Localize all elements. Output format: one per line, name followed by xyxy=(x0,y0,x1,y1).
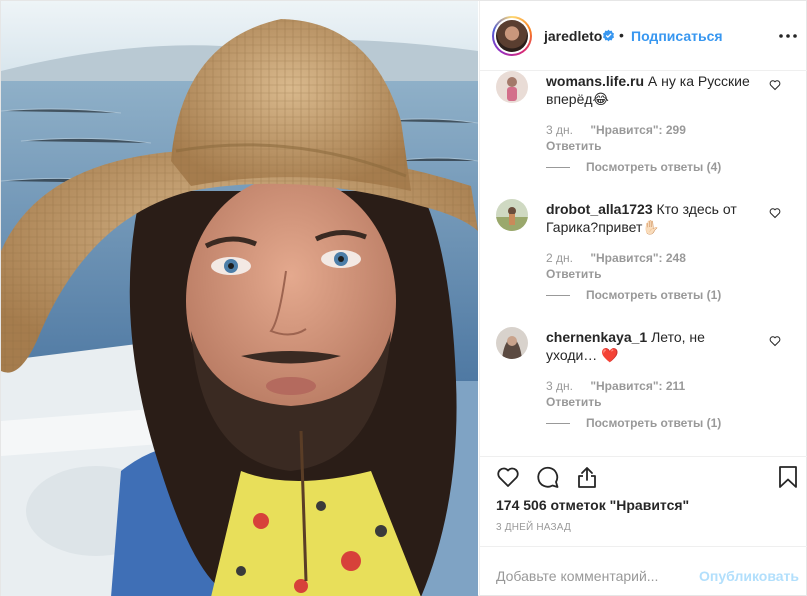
comment-likes[interactable]: "Нравится": 299 xyxy=(590,123,686,137)
commenter-avatar[interactable] xyxy=(496,327,528,359)
comment-meta: 2 дн. "Нравится": 248 xyxy=(546,251,686,265)
comment-input[interactable]: Добавьте комментарий... xyxy=(496,568,658,584)
verified-badge-icon xyxy=(602,29,615,42)
view-replies-label: Посмотреть ответы (1) xyxy=(586,416,722,430)
comment-like-icon[interactable] xyxy=(769,79,781,91)
comment-age: 3 дн. xyxy=(546,379,573,393)
reply-button[interactable]: Ответить xyxy=(546,267,601,281)
separator-dot: • xyxy=(619,27,624,43)
publish-button[interactable]: Опубликовать xyxy=(699,568,799,584)
photo-illustration xyxy=(1,1,478,596)
post-actions: 174 506 отметок "Нравится" 3 дней назад xyxy=(480,456,807,546)
commenter-avatar[interactable] xyxy=(496,199,528,231)
username[interactable]: jaredleto xyxy=(544,28,602,44)
reply-button[interactable]: Ответить xyxy=(546,139,601,153)
post-side-panel: jaredleto • Подписаться womans.life.ru А… xyxy=(479,1,807,596)
comment-likes[interactable]: "Нравится": 211 xyxy=(590,379,685,393)
reply-button[interactable]: Ответить xyxy=(546,395,601,409)
comment-age: 2 дн. xyxy=(546,251,573,265)
comment-age: 3 дн. xyxy=(546,123,573,137)
view-replies-button[interactable]: Посмотреть ответы (1) xyxy=(546,288,721,302)
avatar[interactable] xyxy=(492,16,532,56)
more-options-icon[interactable] xyxy=(777,28,799,44)
view-replies-button[interactable]: Посмотреть ответы (1) xyxy=(546,416,721,430)
comment-like-icon[interactable] xyxy=(769,335,781,347)
likes-count[interactable]: 174 506 отметок "Нравится" xyxy=(496,497,689,513)
add-comment-bar: Добавьте комментарий... Опубликовать xyxy=(480,546,807,596)
follow-button[interactable]: Подписаться xyxy=(631,28,723,44)
commenter-avatar[interactable] xyxy=(496,71,528,103)
comment-icon[interactable] xyxy=(536,465,560,489)
comments-list[interactable]: womans.life.ru А ну ка Русские вперёд😂 3… xyxy=(480,71,807,456)
commenter-username[interactable]: chernenkaya_1 xyxy=(546,329,647,345)
comment-like-icon[interactable] xyxy=(769,207,781,219)
bookmark-icon[interactable] xyxy=(776,465,800,489)
post-date[interactable]: 3 дней назад xyxy=(496,522,571,533)
share-icon[interactable] xyxy=(575,465,599,489)
view-replies-label: Посмотреть ответы (1) xyxy=(586,288,722,302)
view-replies-label: Посмотреть ответы (4) xyxy=(586,160,722,174)
post-photo[interactable] xyxy=(1,1,478,596)
commenter-username[interactable]: womans.life.ru xyxy=(546,73,644,89)
comment-meta: 3 дн. "Нравится": 211 xyxy=(546,379,685,393)
comment-meta: 3 дн. "Нравится": 299 xyxy=(546,123,686,137)
comment-text: womans.life.ru А ну ка Русские вперёд😂 xyxy=(546,72,760,108)
instagram-post: jaredleto • Подписаться womans.life.ru А… xyxy=(0,0,807,596)
heart-icon[interactable] xyxy=(496,465,520,489)
view-replies-button[interactable]: Посмотреть ответы (4) xyxy=(546,160,721,174)
comment-text: chernenkaya_1 Лето, не уходи… ❤️ xyxy=(546,328,760,364)
post-header: jaredleto • Подписаться xyxy=(480,1,807,71)
comment-likes[interactable]: "Нравится": 248 xyxy=(590,251,686,265)
comment-text: drobot_alla1723 Кто здесь от Гарика?прив… xyxy=(546,200,760,236)
commenter-username[interactable]: drobot_alla1723 xyxy=(546,201,653,217)
